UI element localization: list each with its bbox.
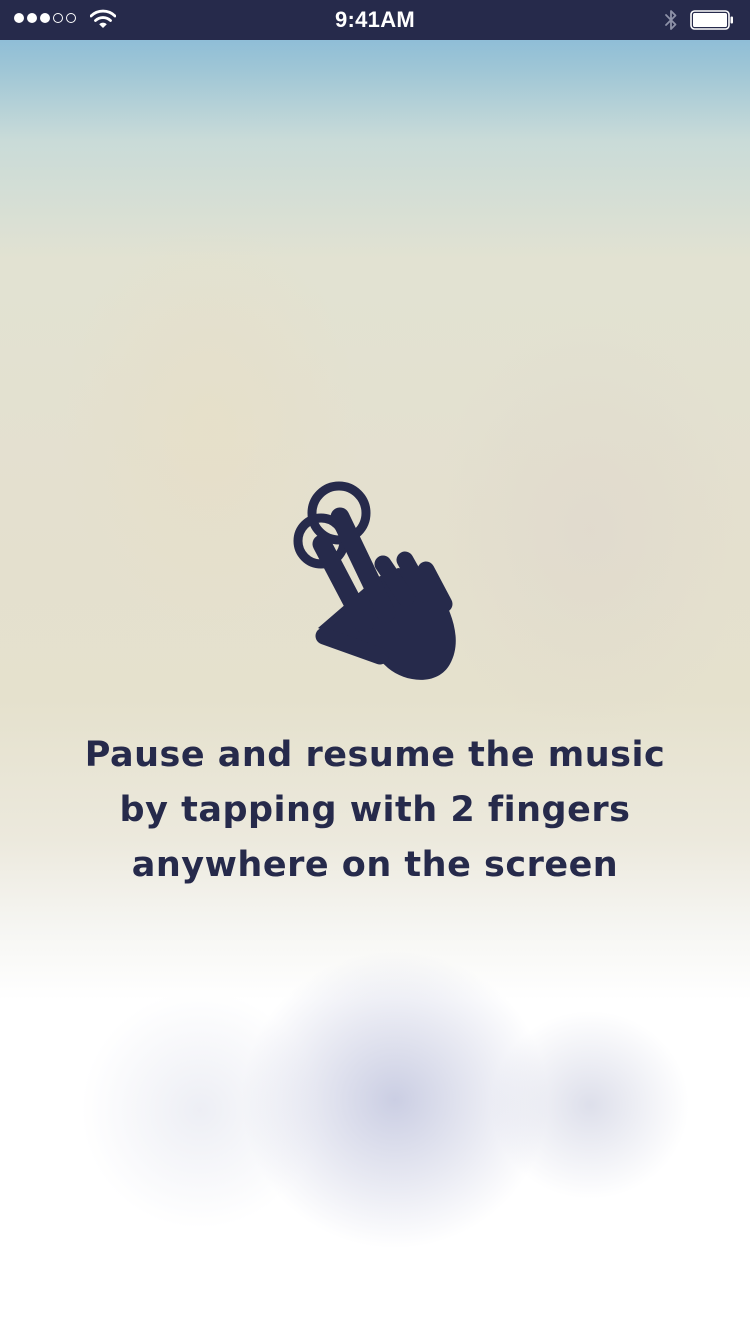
instruction-line: Pause and resume the music — [84, 735, 666, 775]
instruction-text: Pause and resume the music by tapping wi… — [60, 728, 690, 893]
two-finger-tap-icon — [293, 481, 456, 680]
background-blur — [240, 950, 550, 1250]
instruction-line: by tapping with 2 fingers — [119, 790, 631, 830]
background-blur — [80, 990, 320, 1230]
bluetooth-icon — [665, 10, 677, 30]
instruction-line: anywhere on the screen — [131, 845, 619, 885]
tutorial-screen[interactable]: 9:41AM Pause and resume the music by tap… — [0, 0, 750, 1334]
background-blur — [490, 1010, 690, 1200]
background-blur — [430, 320, 750, 740]
status-bar: 9:41AM — [0, 0, 750, 40]
status-time: 9:41AM — [334, 7, 416, 32]
battery-icon — [690, 10, 733, 30]
